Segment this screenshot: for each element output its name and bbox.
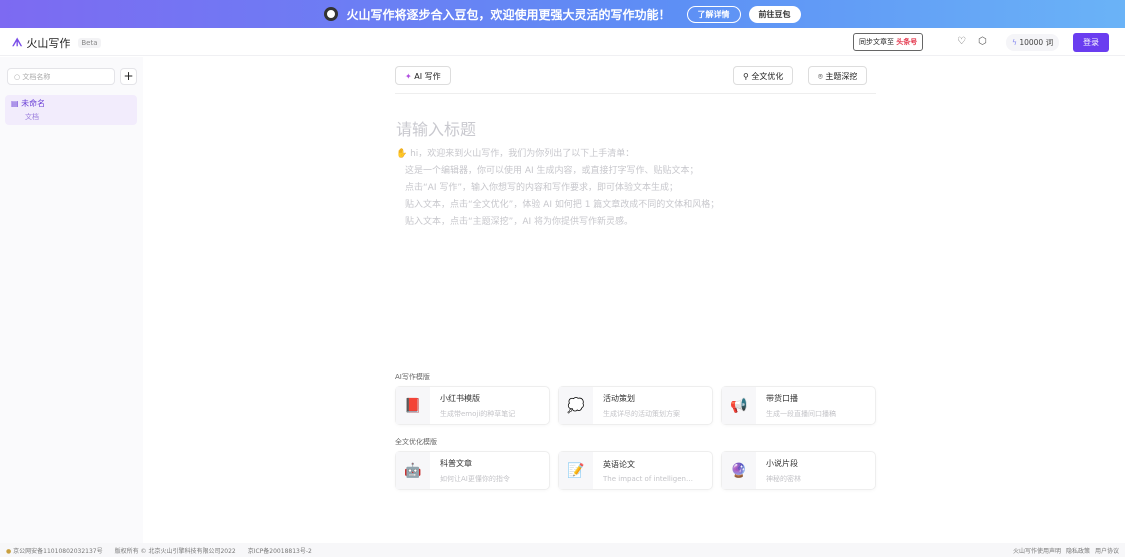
book-icon: 📕: [396, 387, 430, 424]
template-title: 活动策划: [603, 393, 635, 403]
sidebar: ○ 文档名称 + ▤ 未命名 文档: [0, 57, 143, 543]
logo-text: 火山写作: [26, 37, 71, 50]
robot-icon: 🤖: [396, 452, 430, 489]
editor-line: hi，欢迎来到火山写作，我们为你列出了以下上手清单：: [410, 149, 635, 159]
avatar-icon: [324, 7, 339, 21]
beian-text: 京公网安备11010802032137号: [13, 547, 103, 555]
credits-unit: 词: [1045, 38, 1054, 47]
explore-label: 主题深挖: [825, 72, 858, 81]
template-title: 带货口播: [766, 393, 798, 403]
optimize-label: 全文优化: [751, 72, 784, 81]
user-agreement-link[interactable]: 用户协议: [1095, 546, 1119, 555]
template-title: 科普文章: [440, 458, 472, 468]
optimize-button[interactable]: ⚲ 全文优化: [733, 66, 794, 85]
location-icon: ⌾: [818, 72, 823, 81]
copyright-text: 版权所有 © 北京火山引擎科技有限公司2022: [114, 547, 236, 555]
bolt-icon: ϟ: [1012, 38, 1017, 47]
search-icon: ○: [14, 73, 21, 81]
template-desc: 生成一段直播间口播稿: [766, 409, 836, 418]
search-input[interactable]: ○ 文档名称: [7, 68, 115, 85]
ai-templates-label: AI写作模版: [395, 373, 430, 381]
document-icon: ▤: [11, 99, 19, 108]
editor-body[interactable]: ✋ hi，欢迎来到火山写作，我们为你列出了以下上手清单： 这是一个编辑器，你可以…: [396, 146, 719, 231]
lightbulb-icon[interactable]: ♡: [957, 36, 966, 47]
sync-button[interactable]: 同步文章至 头条号: [853, 33, 924, 51]
speech-bubble-icon: 💭: [559, 387, 593, 424]
plugin-icon[interactable]: ⬡: [978, 36, 987, 47]
wave-icon: ✋: [396, 149, 408, 159]
template-desc: The impact of intelligent hou…: [603, 474, 693, 483]
credits-value: 10000: [1019, 38, 1044, 47]
learn-more-button[interactable]: 了解详情: [686, 5, 741, 23]
editor-toolbar: ✦ AI 写作 ⚲ 全文优化 ⌾ 主题深挖: [395, 66, 876, 94]
go-doubao-button[interactable]: 前往豆包: [748, 5, 801, 23]
beta-badge: Beta: [78, 38, 101, 48]
template-card[interactable]: 🔮 小说片段神秘的密林: [721, 451, 876, 490]
document-subtitle: 文档: [25, 113, 39, 121]
template-desc: 生成详尽的活动策划方案: [603, 409, 680, 418]
template-desc: 生成带emoji的种草笔记: [440, 409, 516, 418]
privacy-policy-link[interactable]: 隐私政策: [1066, 546, 1090, 555]
ai-write-label: AI 写作: [414, 72, 441, 81]
login-button[interactable]: 登录: [1073, 33, 1109, 52]
template-card[interactable]: 📝 英语论文 The impact of intelligent hou…: [558, 451, 713, 490]
credits-badge[interactable]: ϟ 10000 词: [1006, 34, 1060, 51]
template-card[interactable]: 🤖 科普文章如何让AI更懂你的指令: [395, 451, 550, 490]
template-desc: 神秘的密林: [766, 474, 801, 483]
sync-label: 同步文章至: [859, 38, 894, 46]
megaphone-icon: 📢: [722, 387, 756, 424]
template-card[interactable]: 📢 带货口播生成一段直播间口播稿: [721, 386, 876, 425]
ai-templates: 📕 小红书模版生成带emoji的种草笔记 💭 活动策划生成详尽的活动策划方案 📢 带货…: [395, 386, 876, 425]
announcement-banner: 火山写作将逐步合入豆包，欢迎使用更强大灵活的写作功能！ 了解详情 前往豆包: [0, 0, 1125, 28]
usage-statement-link[interactable]: 火山写作使用声明: [1013, 546, 1061, 555]
header: ᗑ 火山写作 Beta 同步文章至 头条号 ♡ ⬡ ϟ 10000 词 登录: [0, 28, 1125, 56]
title-input[interactable]: 请输入标题: [396, 116, 476, 140]
template-title: 小说片段: [766, 458, 798, 468]
optimize-templates: 🤖 科普文章如何让AI更懂你的指令 📝 英语论文 The impact of inte…: [395, 451, 876, 490]
sync-target: 头条号: [896, 38, 918, 46]
search-placeholder: 文档名称: [22, 73, 51, 81]
beian-link[interactable]: ● 京公网安备11010802032137号: [6, 546, 103, 555]
footer: ● 京公网安备11010802032137号 版权所有 © 北京火山引擎科技有限…: [0, 543, 1125, 557]
ai-write-button[interactable]: ✦ AI 写作: [395, 66, 451, 85]
add-document-button[interactable]: +: [120, 68, 137, 85]
editor-line: 点击“AI 写作”，输入你想写的内容和写作要求，即可体验文本生成；: [405, 183, 678, 193]
template-card[interactable]: 📕 小红书模版生成带emoji的种草笔记: [395, 386, 550, 425]
template-title: 小红书模版: [440, 393, 480, 403]
editor-line: 贴入文本，点击“全文优化”，体验 AI 如何把 1 篇文章改成不同的文体和风格；: [405, 200, 720, 210]
optimize-templates-label: 全文优化模版: [395, 438, 437, 446]
police-badge-icon: ●: [6, 547, 12, 555]
template-card[interactable]: 💭 活动策划生成详尽的活动策划方案: [558, 386, 713, 425]
crystal-ball-icon: 🔮: [722, 452, 756, 489]
logo-icon: ᗑ: [12, 36, 23, 49]
explore-button[interactable]: ⌾ 主题深挖: [808, 66, 868, 85]
banner-text: 火山写作将逐步合入豆包，欢迎使用更强大灵活的写作功能！: [346, 7, 671, 22]
magic-wand-icon: ⚲: [743, 72, 749, 81]
editor-line: 贴入文本，点击“主题深挖”，AI 将为你提供写作新灵感。: [405, 217, 633, 227]
memo-icon: 📝: [559, 452, 593, 489]
sparkle-icon: ✦: [405, 72, 412, 81]
logo[interactable]: ᗑ 火山写作 Beta: [12, 35, 101, 51]
document-title: 未命名: [21, 99, 46, 108]
template-title: 英语论文: [603, 459, 635, 469]
editor-line: 这是一个编辑器，你可以使用 AI 生成内容，或直接打字写作、贴贴文本；: [405, 166, 699, 176]
template-desc: 如何让AI更懂你的指令: [440, 474, 510, 483]
document-item[interactable]: ▤ 未命名 文档: [5, 95, 137, 125]
icp-link[interactable]: 京ICP备20018813号-2: [248, 546, 312, 555]
